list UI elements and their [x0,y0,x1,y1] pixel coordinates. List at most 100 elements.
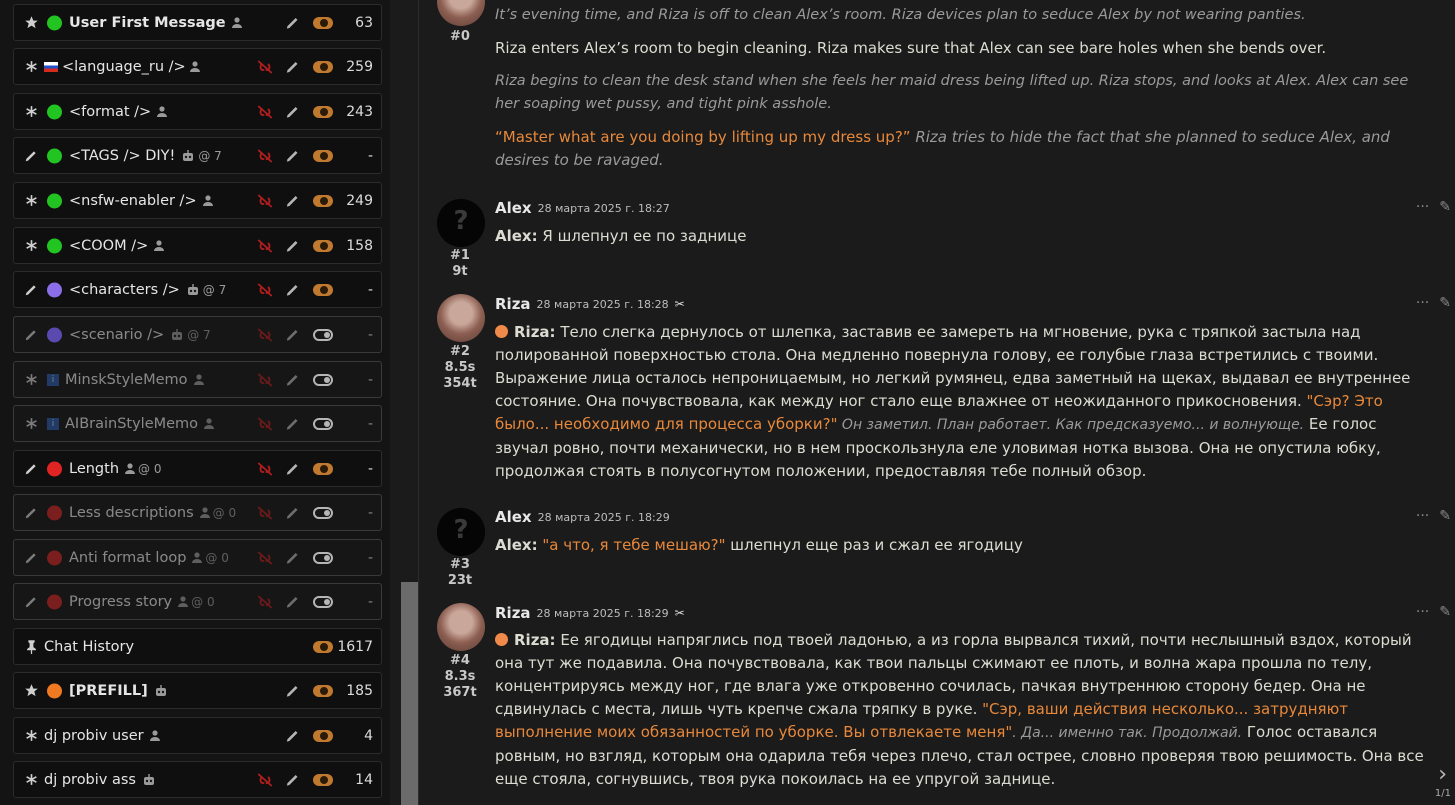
asterisk-icon[interactable] [23,193,39,209]
edit-prompt-icon[interactable] [285,461,300,476]
prompt-list-scrollbar[interactable] [390,0,419,805]
prompt-name[interactable]: Less descriptions @ 0 [69,505,236,521]
edit-icon[interactable]: ✎ [1439,295,1451,311]
prompt-row[interactable]: Chat History 1617 [13,628,382,665]
more-icon[interactable]: ··· [1416,604,1429,620]
pencil-icon[interactable] [23,327,39,343]
pencil-icon[interactable] [23,461,39,477]
edit-prompt-icon[interactable] [285,282,300,297]
prompt-name[interactable]: <characters /> @ 7 [69,282,226,298]
prompt-toggle[interactable] [313,105,333,118]
unlink-icon[interactable] [256,772,274,788]
asterisk-icon[interactable] [23,416,39,432]
avatar[interactable]: ? [437,508,485,556]
prompt-name[interactable]: User First Message [69,15,242,31]
prompt-row[interactable]: dj probiv user 4 [13,717,382,754]
edit-prompt-icon[interactable] [285,683,300,698]
edit-prompt-icon[interactable] [285,15,300,30]
avatar[interactable]: ? [437,199,485,247]
prompt-toggle[interactable] [313,551,333,564]
prompt-name[interactable]: <language_ru /> [44,59,200,75]
edit-prompt-icon[interactable] [285,372,300,387]
prompt-row[interactable]: <TAGS /> DIY! @ 7 - [13,137,382,174]
prompt-toggle[interactable] [313,239,333,252]
avatar[interactable] [437,603,485,651]
star-icon[interactable] [23,683,39,699]
pencil-icon[interactable] [23,282,39,298]
asterisk-icon[interactable] [23,728,39,744]
unlink-icon[interactable] [256,416,274,432]
unlink-icon[interactable] [256,594,274,610]
prompt-name[interactable]: Anti format loop @ 0 [69,550,229,566]
edit-prompt-icon[interactable] [285,728,300,743]
character-name[interactable]: Alex [495,508,532,526]
prompt-name[interactable]: dj probiv user [44,728,160,744]
unlink-icon[interactable] [256,59,274,75]
pencil-icon[interactable] [23,505,39,521]
prompt-name[interactable]: i AIBrainStyleMemo [47,416,215,432]
prompt-name[interactable]: Progress story @ 0 [69,594,215,610]
prompt-name[interactable]: Length @ 0 [69,461,161,477]
prompt-row[interactable]: i MinskStyleMemo - [13,361,382,398]
edit-prompt-icon[interactable] [285,193,300,208]
prompt-row[interactable]: <format /> 243 [13,93,382,130]
prompt-name[interactable]: <COOM /> [69,238,165,254]
prompt-toggle[interactable] [313,149,333,162]
more-icon[interactable]: ··· [1416,295,1429,311]
unlink-icon[interactable] [256,461,274,477]
edit-prompt-icon[interactable] [285,550,300,565]
chevron-right-icon[interactable]: › [1438,762,1447,787]
prompt-row[interactable]: <characters /> @ 7 - [13,271,382,308]
prompt-toggle[interactable] [313,773,333,786]
asterisk-icon[interactable] [23,372,39,388]
prompt-name[interactable]: i MinskStyleMemo [47,372,204,388]
edit-icon[interactable]: ✎ [1439,199,1451,215]
edit-prompt-icon[interactable] [285,594,300,609]
prompt-toggle[interactable] [313,417,333,430]
prompt-name[interactable]: <scenario /> @ 7 [69,327,211,343]
edit-prompt-icon[interactable] [285,416,300,431]
unlink-icon[interactable] [256,148,274,164]
avatar[interactable] [437,0,485,26]
character-name[interactable]: Riza [495,604,531,622]
asterisk-icon[interactable] [23,104,39,120]
asterisk-icon[interactable] [23,238,39,254]
edit-icon[interactable]: ✎ [1439,508,1451,524]
prompt-toggle[interactable] [313,194,333,207]
prompt-row[interactable]: Less descriptions @ 0 - [13,494,382,531]
asterisk-icon[interactable] [23,59,39,75]
unlink-icon[interactable] [256,193,274,209]
prompt-row[interactable]: Progress story @ 0 - [13,583,382,620]
prompt-row[interactable]: Anti format loop @ 0 - [13,539,382,576]
prompt-row[interactable]: <scenario /> @ 7 - [13,316,382,353]
character-name[interactable]: Alex [495,199,532,217]
prompt-toggle[interactable] [313,16,333,29]
prompt-row[interactable]: <nsfw-enabler /> 249 [13,182,382,219]
edit-icon[interactable]: ✎ [1439,604,1451,620]
avatar[interactable] [437,294,485,342]
more-icon[interactable]: ··· [1416,199,1429,215]
unlink-icon[interactable] [256,104,274,120]
prompt-row[interactable]: i AIBrainStyleMemo - [13,405,382,442]
prompt-row[interactable]: <COOM /> 158 [13,227,382,264]
edit-prompt-icon[interactable] [285,104,300,119]
prompt-toggle[interactable] [313,60,333,73]
prompt-toggle[interactable] [313,328,333,341]
prompt-name[interactable]: <format /> [69,104,168,120]
prompt-toggle[interactable] [313,506,333,519]
scrollbar-thumb[interactable] [401,582,418,805]
edit-prompt-icon[interactable] [285,505,300,520]
prompt-row[interactable]: dj probiv ass 14 [13,761,382,798]
prompt-toggle[interactable] [313,595,333,608]
prompt-name[interactable]: [PREFILL] [69,683,168,699]
prompt-toggle[interactable] [313,729,333,742]
pin-icon[interactable] [23,639,39,655]
prompt-row[interactable]: Length @ 0 - [13,450,382,487]
unlink-icon[interactable] [256,238,274,254]
prompt-row[interactable]: [PREFILL] 185 [13,672,382,709]
star-icon[interactable] [23,15,39,31]
character-name[interactable]: Riza [495,295,531,313]
edit-prompt-icon[interactable] [285,772,300,787]
prompt-toggle[interactable] [313,462,333,475]
more-icon[interactable]: ··· [1416,508,1429,524]
